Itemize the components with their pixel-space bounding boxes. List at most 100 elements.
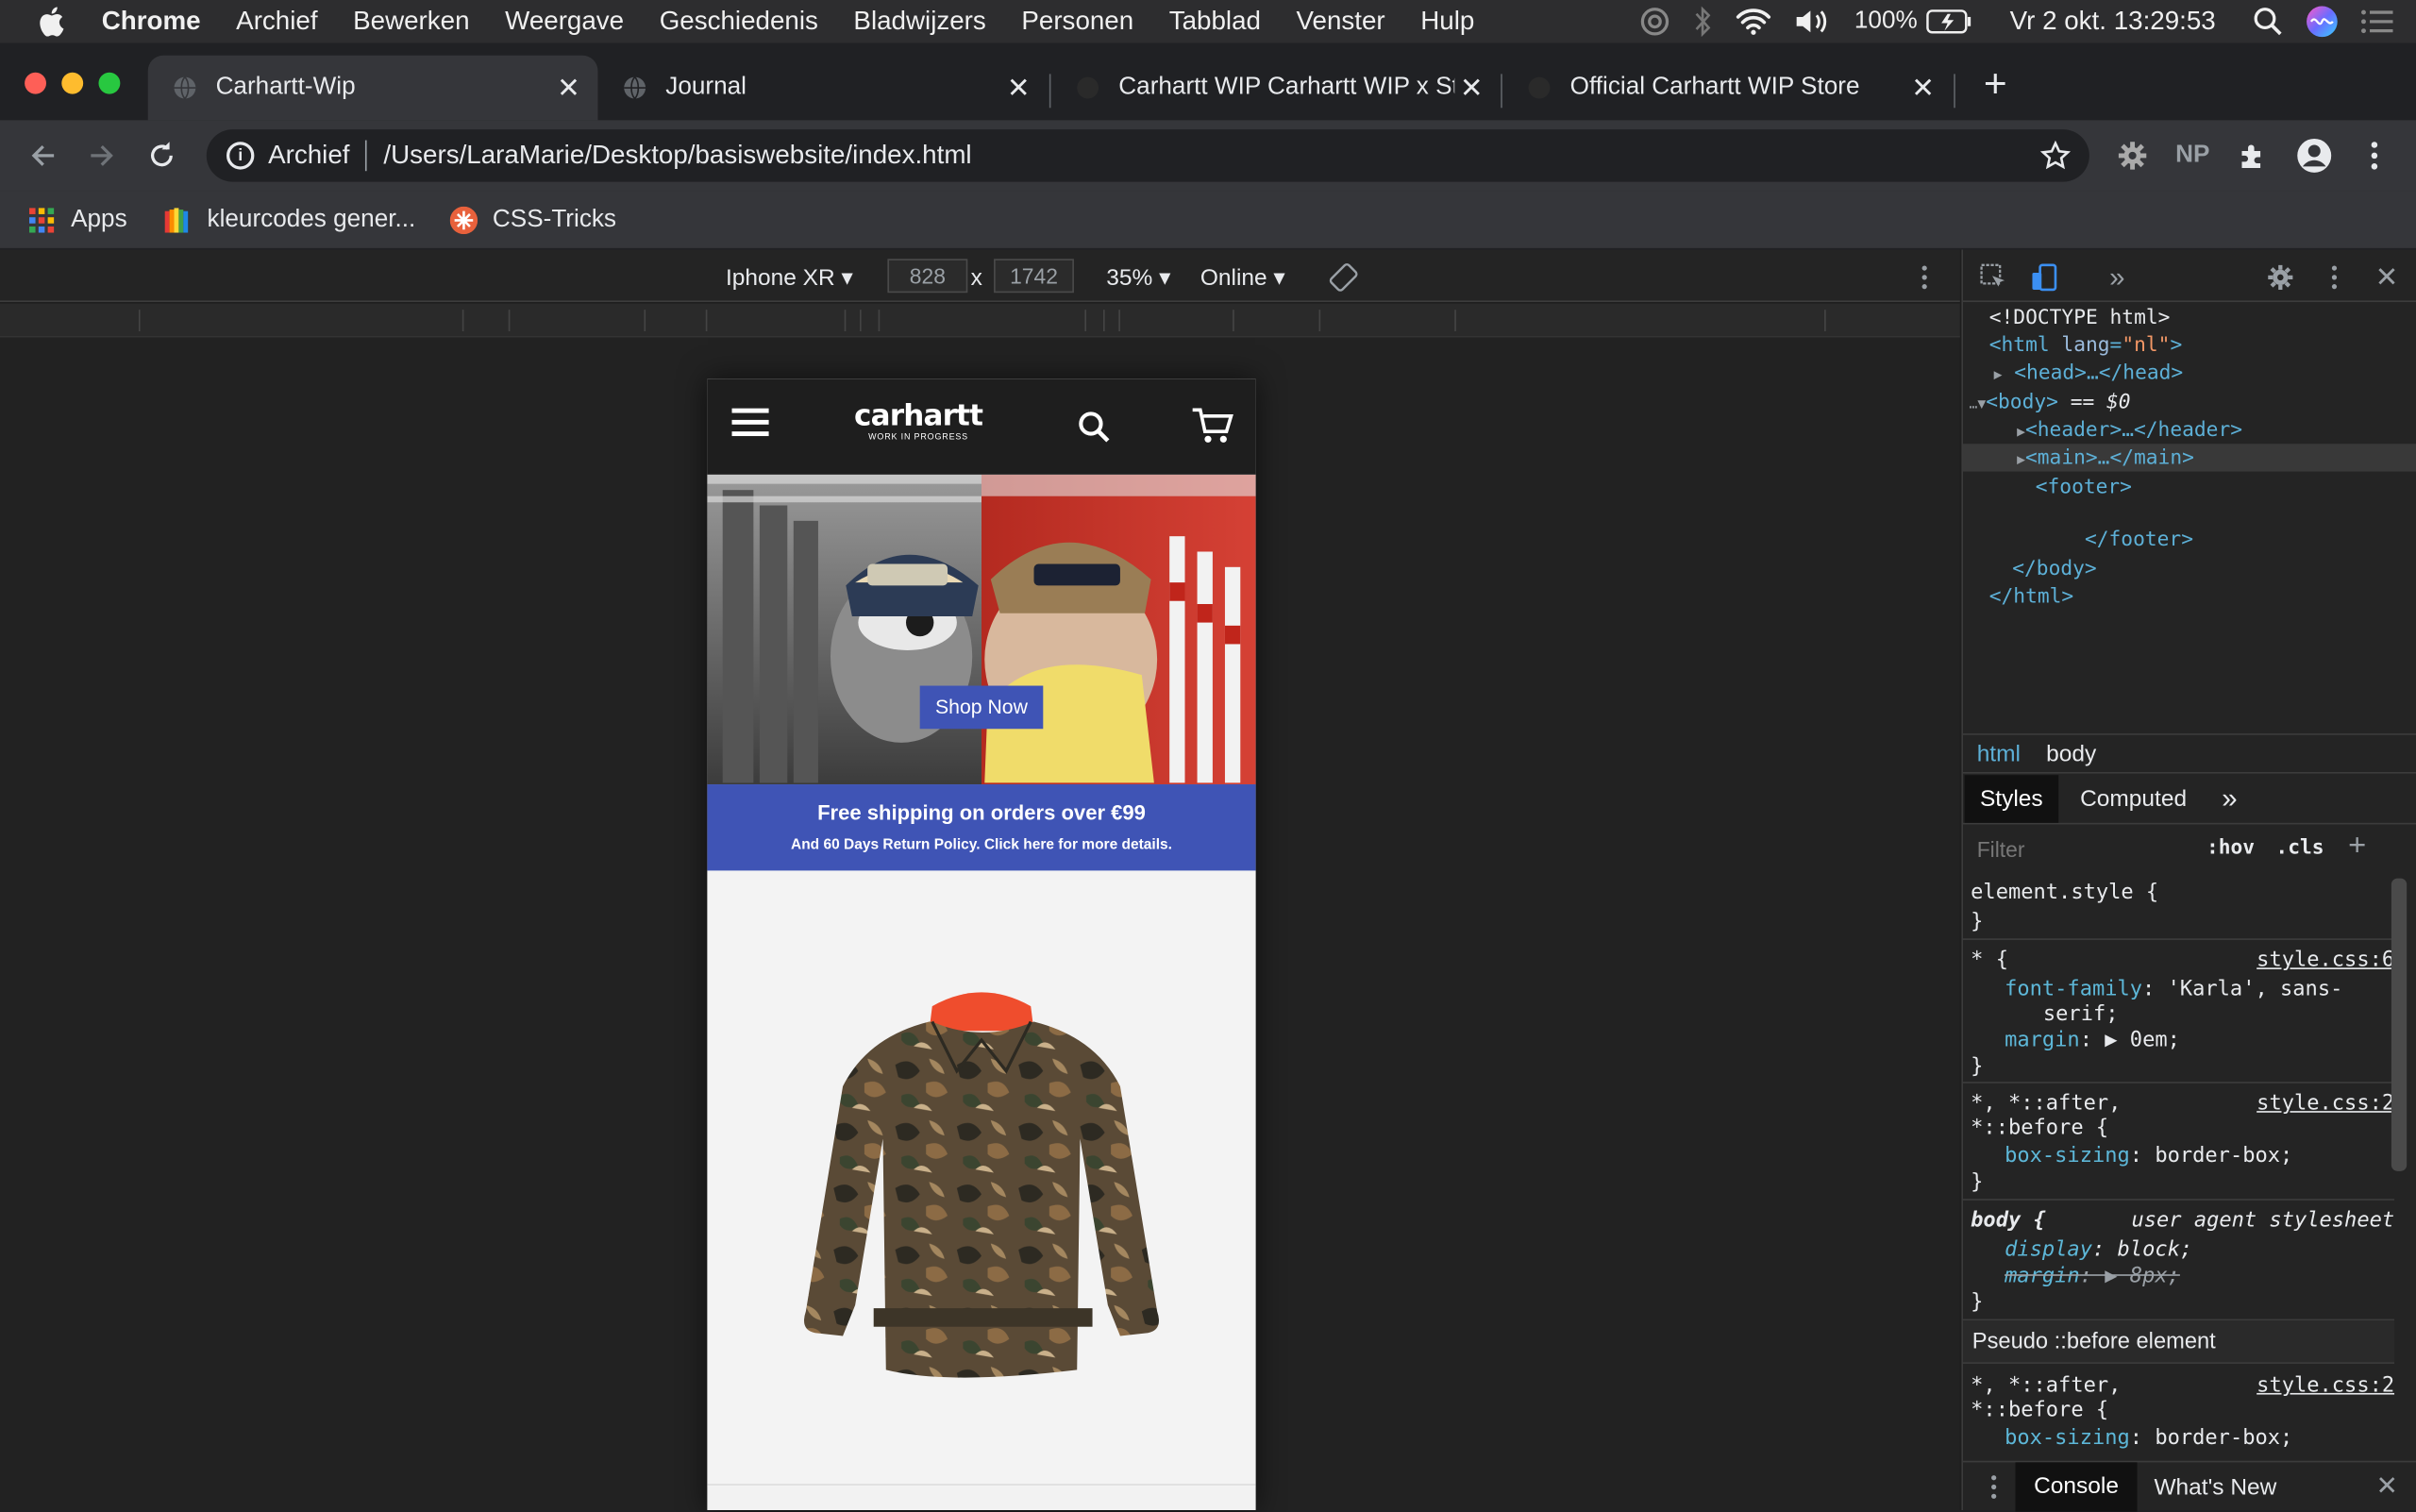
rule-selector[interactable]: body { (1971, 1208, 2046, 1233)
notification-center-icon[interactable] (2360, 8, 2394, 35)
gear-extension-icon[interactable] (2114, 137, 2151, 174)
rule-decl-font-family[interactable]: font-family: 'Karla', sans- (2005, 977, 2342, 1001)
device-width-input[interactable]: 828 (887, 259, 968, 294)
cart-icon[interactable] (1191, 407, 1234, 455)
minimize-window-button[interactable] (61, 72, 84, 94)
dom-body[interactable]: …▼<body> == $0 (1970, 390, 2131, 420)
inspect-element-icon[interactable] (1978, 262, 2009, 294)
volume-icon[interactable] (1793, 8, 1833, 35)
hamburger-menu-icon[interactable] (731, 407, 769, 438)
menu-tabblad[interactable]: Tabblad (1169, 7, 1261, 38)
rule-source-link[interactable]: style.css:2 (2257, 1373, 2394, 1398)
hov-toggle[interactable]: :hov (2206, 837, 2255, 860)
dom-footer-open[interactable]: <footer> (2036, 475, 2132, 503)
wifi-icon[interactable] (1735, 8, 1771, 35)
shop-now-button[interactable]: Shop Now (919, 685, 1044, 730)
rule-source-link[interactable]: style.css:6 (2257, 948, 2394, 972)
more-tabs-chevron-icon[interactable]: » (2102, 261, 2133, 294)
forward-arrow-icon[interactable] (83, 137, 120, 174)
rule-decl-box-sizing[interactable]: box-sizing: border-box; (2005, 1143, 2292, 1168)
network-select[interactable]: Online ▾ (1200, 263, 1285, 292)
drawer-kebab-icon[interactable] (1989, 1473, 1999, 1507)
reload-icon[interactable] (143, 137, 180, 174)
dom-footer-close[interactable]: </footer> (2085, 527, 2193, 555)
device-select[interactable]: Iphone XR ▾ (726, 263, 853, 292)
tab-whats-new[interactable]: What's New (2154, 1474, 2276, 1501)
new-tab-button[interactable]: + (1977, 63, 2014, 103)
rule-decl-margin-overridden[interactable]: margin: ▶ 8px; (2005, 1264, 2180, 1288)
url-text[interactable]: /Users/LaraMarie/Desktop/basiswebsite/in… (383, 141, 971, 172)
profile-avatar-icon[interactable] (2296, 137, 2333, 174)
dom-html-close[interactable]: </html> (1989, 584, 2073, 613)
dom-doctype[interactable]: <!DOCTYPE html> (1989, 305, 2171, 333)
rule-decl-margin[interactable]: margin: ▶ 0em; (2005, 1028, 2180, 1052)
more-panels-chevron-icon[interactable]: » (2206, 775, 2253, 823)
devtools-kebab-icon[interactable] (2319, 262, 2350, 294)
device-height-input[interactable]: 1742 (994, 259, 1074, 294)
close-devtools-icon[interactable]: ✕ (2372, 261, 2403, 294)
cls-toggle[interactable]: .cls (2275, 837, 2324, 860)
tab-carhartt-collab[interactable]: Carhartt WIP Carhartt WIP x St ✕ (1050, 56, 1501, 121)
close-tab-icon[interactable]: ✕ (1906, 72, 1940, 104)
rule-selector[interactable]: *, *::after, (1971, 1373, 2121, 1398)
close-tab-icon[interactable]: ✕ (1001, 72, 1035, 104)
add-rule-plus-icon[interactable]: + (2348, 829, 2366, 865)
back-arrow-icon[interactable] (25, 137, 61, 174)
info-icon[interactable]: i (226, 142, 255, 170)
styles-scrollbar[interactable] (2391, 878, 2408, 1171)
tab-official-store[interactable]: Official Carhartt WIP Store ✕ (1502, 56, 1953, 121)
menu-bladwijzers[interactable]: Bladwijzers (853, 7, 985, 38)
rule-selector[interactable]: element.style { (1971, 880, 2158, 904)
battery-icon[interactable] (1926, 9, 1973, 34)
rule-source-link[interactable]: style.css:2 (2257, 1091, 2394, 1116)
rule-decl-box-sizing[interactable]: box-sizing: border-box; (2005, 1425, 2292, 1450)
bluetooth-icon[interactable] (1691, 6, 1713, 38)
bookmark-apps[interactable]: Apps (27, 206, 127, 233)
filter-input[interactable]: Filter (1977, 837, 2025, 862)
bookmark-kleurcodes[interactable]: kleurcodes gener... (164, 206, 415, 233)
rule-decl-display[interactable]: display: block; (2005, 1237, 2192, 1262)
menu-app-chrome[interactable]: Chrome (102, 7, 201, 38)
rule-selector[interactable]: * { (1971, 948, 2008, 972)
shipping-banner[interactable]: Free shipping on orders over €99 And 60 … (707, 784, 1256, 871)
rotate-icon[interactable] (1328, 262, 1359, 299)
tab-journal[interactable]: Journal ✕ (597, 56, 1048, 121)
device-more-icon[interactable] (1920, 263, 1929, 297)
np-extension-icon[interactable]: NP (2174, 137, 2211, 174)
puzzle-extensions-icon[interactable] (2234, 137, 2271, 174)
tab-console[interactable]: Console (2015, 1462, 2138, 1512)
close-drawer-icon[interactable]: ✕ (2376, 1471, 2398, 1503)
address-bar[interactable]: i Archief /Users/LaraMarie/Desktop/basis… (206, 129, 2089, 182)
dom-main[interactable]: ▶<main>…</main> (2017, 445, 2194, 476)
menu-archief[interactable]: Archief (236, 7, 317, 38)
menu-bewerken[interactable]: Bewerken (353, 7, 469, 38)
siri-icon[interactable] (2305, 5, 2339, 39)
bookmark-css-tricks[interactable]: CSS-Tricks (449, 205, 616, 234)
dom-head[interactable]: ▶ <head>…</head> (1994, 361, 2184, 391)
zoom-select[interactable]: 35% ▾ (1106, 263, 1170, 292)
menu-venster[interactable]: Venster (1297, 7, 1385, 38)
device-toggle-icon[interactable] (2029, 262, 2060, 294)
zoom-window-button[interactable] (98, 72, 121, 94)
rule-selector[interactable]: *, *::after, (1971, 1091, 2121, 1116)
chrome-menu-icon[interactable] (2356, 137, 2392, 174)
close-window-button[interactable] (25, 72, 46, 94)
close-tab-icon[interactable]: ✕ (551, 72, 585, 104)
breadcrumb-html[interactable]: html (1977, 741, 2021, 767)
menu-hulp[interactable]: Hulp (1420, 7, 1474, 38)
product-image-area[interactable] (707, 870, 1256, 1487)
settings-gear-icon[interactable] (2265, 262, 2296, 294)
menu-personen[interactable]: Personen (1021, 7, 1133, 38)
breadcrumb-body[interactable]: body (2046, 741, 2096, 767)
focus-moon-icon[interactable] (1638, 7, 1669, 38)
apple-menu-icon[interactable] (37, 7, 71, 38)
dom-body-close[interactable]: </body> (2012, 556, 2096, 584)
dom-html-open[interactable]: <html lang="nl"> (1989, 333, 2182, 361)
bookmark-star-icon[interactable] (2039, 140, 2072, 179)
tab-computed[interactable]: Computed (2065, 775, 2203, 823)
close-tab-icon[interactable]: ✕ (1454, 72, 1488, 104)
clock-datetime[interactable]: Vr 2 okt. 13:29:53 (2010, 7, 2216, 38)
tab-styles[interactable]: Styles (1964, 775, 2058, 823)
tab-carhartt-wip[interactable]: Carhartt-Wip ✕ (147, 55, 598, 121)
menu-weergave[interactable]: Weergave (505, 7, 624, 38)
